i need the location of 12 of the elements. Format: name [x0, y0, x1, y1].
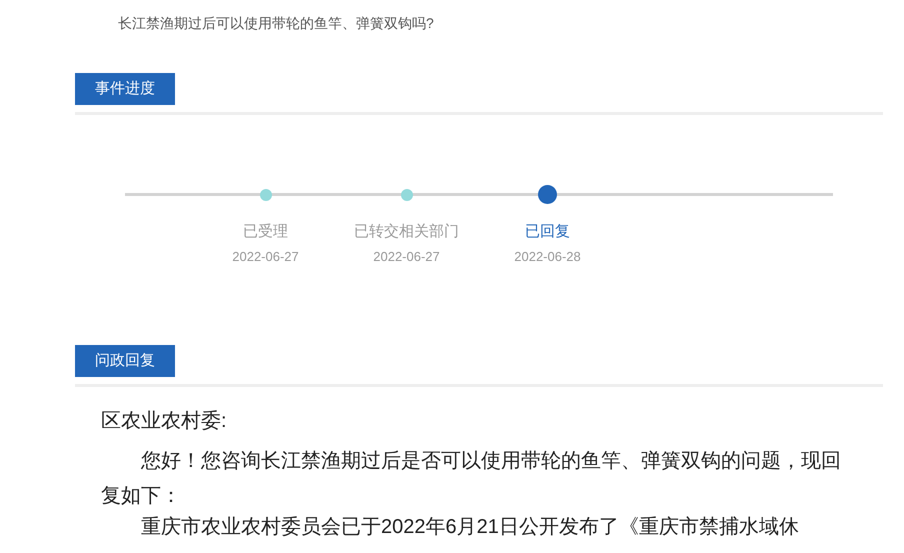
- salutation-text: 区农业农村委:: [101, 409, 227, 434]
- step-label: 已回复: [525, 222, 570, 242]
- step-date: 2022-06-28: [514, 248, 581, 266]
- step-label: 已受理: [243, 222, 288, 242]
- step-date: 2022-06-27: [232, 248, 299, 266]
- step-label: 已转交相关部门: [354, 222, 459, 242]
- question-text: 长江禁渔期过后可以使用带轮的鱼竿、弹簧双钩吗?: [118, 14, 434, 33]
- reply-paragraph: 您好！您咨询长江禁渔期过后是否可以使用带轮的鱼竿、弹簧双钩的问题，现回复如下：: [101, 449, 842, 509]
- step-date: 2022-06-27: [373, 248, 440, 266]
- reply-paragraph: 重庆市农业农村委员会已于2022年6月21日公开发布了《重庆市禁捕水域休: [140, 515, 800, 540]
- section-heading: 事件进度: [75, 73, 175, 105]
- section-heading: 问政回复: [75, 345, 175, 377]
